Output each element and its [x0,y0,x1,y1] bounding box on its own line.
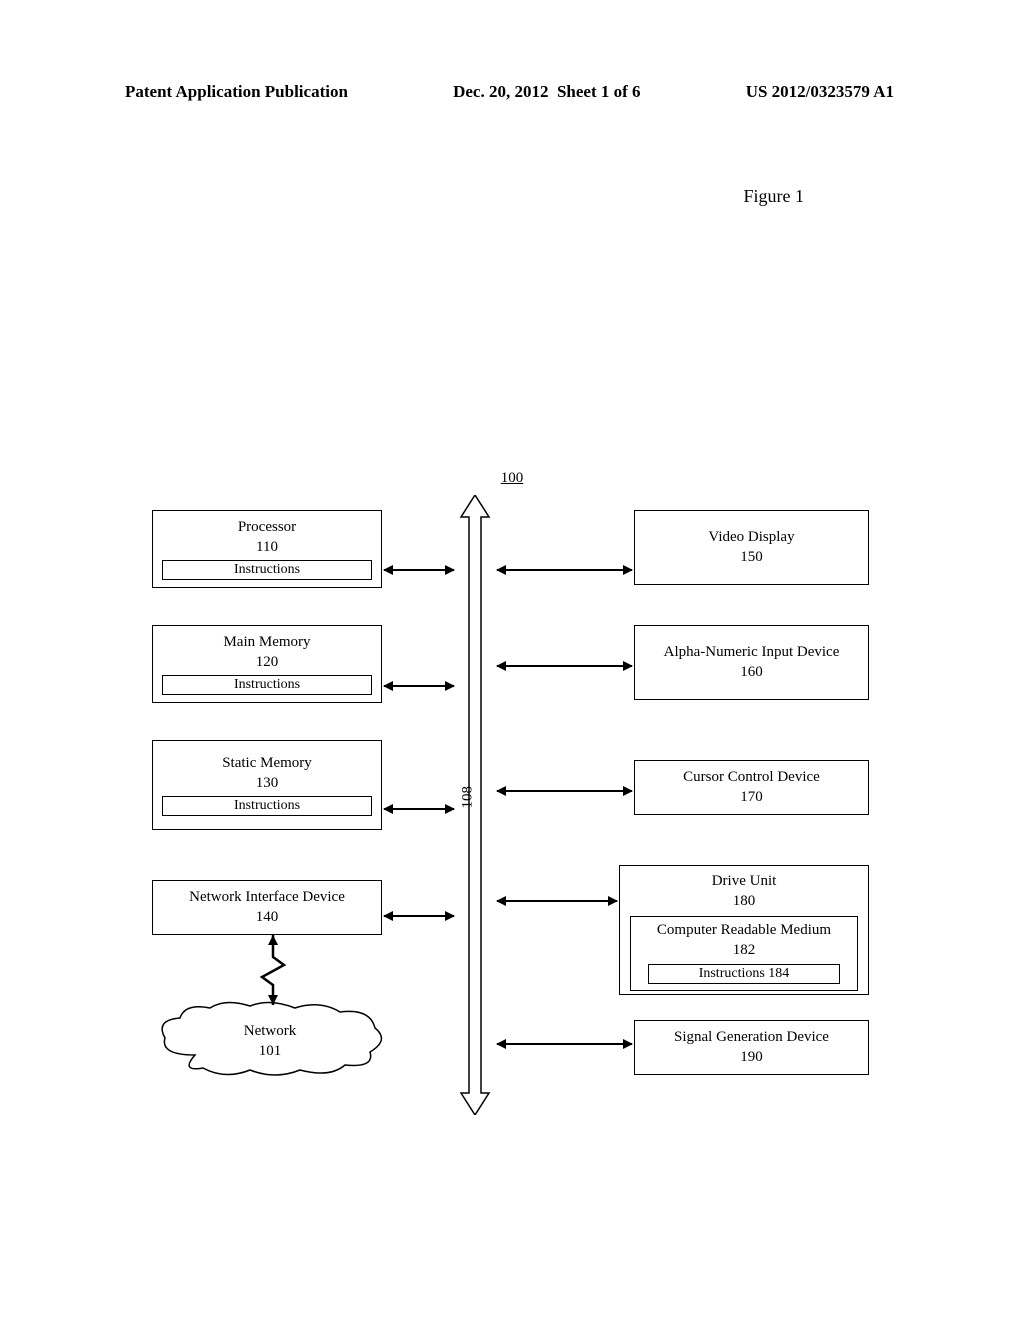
cursor-control-title: Cursor Control Device [683,768,820,788]
alpha-numeric-block: Alpha-Numeric Input Device 160 [634,625,869,700]
video-display-block: Video Display 150 [634,510,869,585]
video-display-title: Video Display [708,528,794,548]
page-header: Patent Application Publication Dec. 20, … [0,82,1024,102]
network-interface-block: Network Interface Device 140 [152,880,382,935]
processor-instructions: Instructions [162,560,372,580]
connector-icon [497,665,632,667]
drive-unit-num: 180 [733,892,756,912]
figure-label: Figure 1 [744,186,805,207]
cursor-control-num: 170 [740,788,763,808]
alpha-numeric-title: Alpha-Numeric Input Device [664,643,840,663]
instructions-184: Instructions 184 [648,964,840,984]
patent-number: US 2012/0323579 A1 [746,82,894,102]
connector-icon [497,1043,632,1045]
publication-label: Patent Application Publication [125,82,348,102]
cursor-control-block: Cursor Control Device 170 [634,760,869,815]
connector-icon [384,808,454,810]
connector-icon [497,900,617,902]
main-memory-title: Main Memory [223,633,310,653]
main-memory-num: 120 [256,653,279,673]
network-link-icon [258,935,288,1005]
drive-unit-title: Drive Unit [712,872,777,892]
medium-num: 182 [733,941,756,961]
connector-icon [384,685,454,687]
network-interface-title: Network Interface Device [189,888,345,908]
static-memory-title: Static Memory [222,754,312,774]
network-num: 101 [155,1042,385,1062]
drive-unit-block: Drive Unit 180 Computer Readable Medium … [619,865,869,995]
system-label: 100 [501,470,524,487]
connector-icon [384,915,454,917]
signal-gen-num: 190 [740,1048,763,1068]
publication-date: Dec. 20, 2012 Sheet 1 of 6 [453,82,640,102]
processor-title: Processor [238,518,296,538]
alpha-numeric-num: 160 [740,663,763,683]
connector-icon [497,569,632,571]
static-memory-num: 130 [256,774,279,794]
signal-gen-title: Signal Generation Device [674,1028,829,1048]
processor-block: Processor 110 Instructions [152,510,382,588]
static-memory-block: Static Memory 130 Instructions [152,740,382,830]
static-memory-instructions: Instructions [162,796,372,816]
signal-gen-block: Signal Generation Device 190 [634,1020,869,1075]
network-label: Network 101 [155,1022,385,1061]
processor-num: 110 [256,538,278,558]
main-memory-block: Main Memory 120 Instructions [152,625,382,703]
connector-icon [384,569,454,571]
network-title: Network [155,1022,385,1042]
main-memory-instructions: Instructions [162,675,372,695]
medium-block: Computer Readable Medium 182 Instruction… [630,916,858,991]
network-interface-num: 140 [256,908,279,928]
medium-title: Computer Readable Medium [657,921,831,941]
bus-label: 108 [460,786,477,809]
connector-icon [497,790,632,792]
video-display-num: 150 [740,548,763,568]
